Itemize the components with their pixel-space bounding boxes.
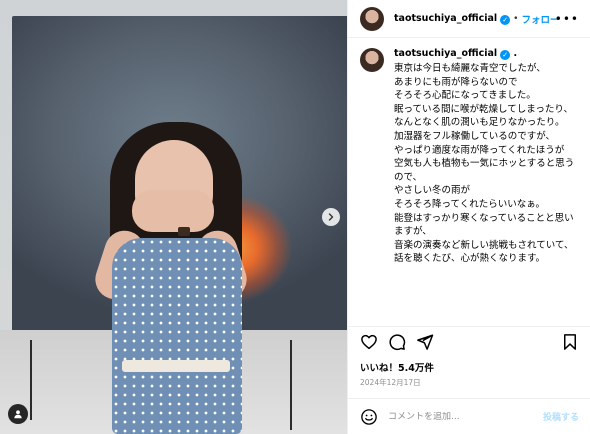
- caption-suffix: .: [513, 48, 518, 59]
- action-bar: [348, 326, 590, 356]
- verified-badge-icon: ✓: [500, 14, 511, 25]
- post-comment-button[interactable]: 投稿する: [543, 410, 579, 423]
- post-date[interactable]: 2024年12月17日: [360, 377, 421, 388]
- light-stand: [290, 340, 292, 430]
- separator-dot: •: [513, 13, 519, 24]
- caption-text: 東京は今日も綺麗な青空でしたが、 あまりにも雨が降らないので そろそろ心配になっ…: [394, 63, 575, 265]
- heart-icon[interactable]: [360, 333, 378, 351]
- comment-bar: 投稿する: [348, 398, 590, 434]
- blue-floral-dress: [112, 238, 242, 434]
- emoji-icon[interactable]: [360, 408, 378, 426]
- bookmark-icon[interactable]: [561, 333, 579, 351]
- wristwatch: [178, 227, 190, 236]
- white-belt: [122, 360, 230, 372]
- hands-on-cheeks: [132, 190, 214, 232]
- caption-avatar[interactable]: [360, 48, 384, 72]
- share-icon[interactable]: [416, 333, 434, 351]
- avatar[interactable]: [360, 6, 384, 31]
- next-photo-button[interactable]: [322, 208, 340, 226]
- username-link[interactable]: taotsuchiya_official ✓: [394, 12, 511, 25]
- post-side-panel: taotsuchiya_official ✓ • フォロー ••• taotsuc…: [347, 0, 590, 434]
- light-stand: [30, 340, 32, 420]
- follow-button[interactable]: フォロー: [521, 12, 559, 26]
- likes-count[interactable]: いいね！5.4万件: [360, 360, 434, 374]
- caption-username-text: taotsuchiya_official: [394, 48, 498, 59]
- post-photo[interactable]: [0, 0, 347, 434]
- instagram-post: taotsuchiya_official ✓ • フォロー ••• taotsuc…: [0, 0, 590, 434]
- username-text: taotsuchiya_official: [394, 12, 498, 24]
- post-header: taotsuchiya_official ✓ • フォロー •••: [348, 0, 590, 38]
- comment-icon[interactable]: [388, 333, 406, 351]
- tagged-users-button[interactable]: [8, 404, 28, 424]
- verified-badge-icon: ✓: [500, 50, 511, 60]
- more-options-button[interactable]: •••: [555, 12, 579, 26]
- caption-section: taotsuchiya_official ✓ . 東京は今日も綺麗な青空でしたが、…: [348, 38, 590, 320]
- chevron-right-icon: [328, 213, 334, 221]
- comment-input[interactable]: [388, 411, 543, 422]
- caption-username[interactable]: taotsuchiya_official ✓ .: [394, 48, 581, 60]
- user-tag-icon: [14, 410, 22, 419]
